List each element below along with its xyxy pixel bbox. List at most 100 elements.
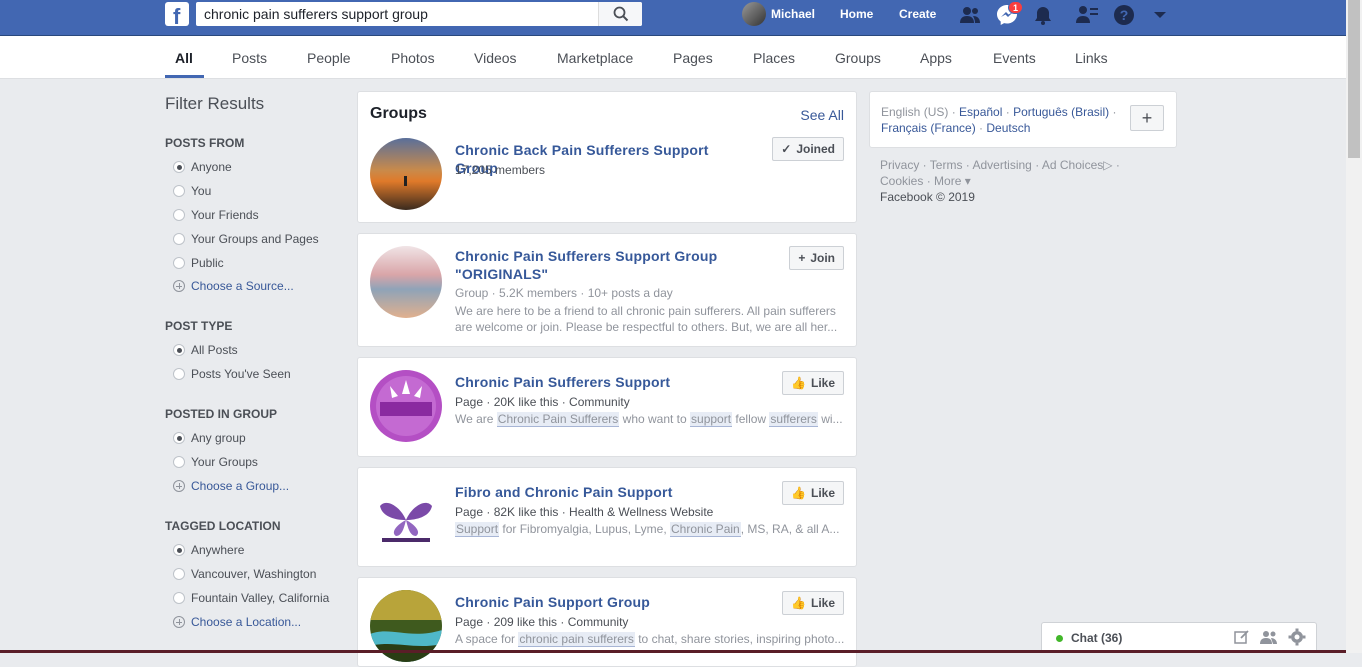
create-group-icon[interactable] (1260, 629, 1278, 648)
filter-option-public[interactable]: Public (173, 256, 224, 270)
option-label: Fountain Valley, California (191, 591, 330, 605)
thumbs-up-icon: 👍 (791, 596, 806, 610)
group-thumbnail[interactable] (370, 138, 442, 210)
filter-option-you[interactable]: You (173, 184, 211, 198)
tab-photos[interactable]: Photos (391, 50, 435, 66)
option-label: Your Groups (191, 455, 258, 469)
like-button[interactable]: 👍 Like (782, 481, 844, 505)
messenger-icon[interactable]: 1 (994, 1, 1023, 28)
notifications-bell-icon[interactable] (1030, 2, 1056, 28)
filter-heading-tagged-location: TAGGED LOCATION (165, 519, 281, 533)
scrollbar-thumb[interactable] (1348, 0, 1360, 158)
tab-videos[interactable]: Videos (474, 50, 517, 66)
friend-requests-icon[interactable] (957, 2, 983, 28)
help-question-icon[interactable]: ? (1111, 2, 1137, 28)
tab-events[interactable]: Events (993, 50, 1036, 66)
page-scrollbar[interactable] (1346, 0, 1362, 653)
footer-link[interactable]: Advertising (972, 158, 1031, 172)
account-menu-caret-icon[interactable] (1147, 2, 1173, 28)
group-thumbnail[interactable] (370, 246, 442, 318)
radio-selected[interactable] (173, 344, 185, 356)
filter-option-vancouver[interactable]: Vancouver, Washington (173, 567, 316, 581)
new-message-icon[interactable] (1234, 629, 1250, 648)
tab-marketplace[interactable]: Marketplace (557, 50, 633, 66)
result-meta: Page · 82K like this · Health & Wellness… (455, 505, 714, 519)
radio[interactable] (173, 592, 185, 604)
active-tab-indicator (165, 75, 204, 78)
option-label: All Posts (191, 343, 238, 357)
radio-selected[interactable] (173, 544, 185, 556)
filter-option-any-group[interactable]: Any group (173, 431, 246, 445)
choose-group-link[interactable]: Choose a Group... (173, 479, 289, 493)
page-thumbnail[interactable] (370, 370, 442, 442)
home-link[interactable]: Home (840, 0, 873, 28)
tab-posts[interactable]: Posts (232, 50, 267, 66)
search-button[interactable] (598, 2, 642, 26)
like-button[interactable]: 👍 Like (782, 371, 844, 395)
option-label: Vancouver, Washington (191, 567, 317, 581)
chat-bar[interactable]: Chat (36) (1041, 622, 1317, 653)
tab-people[interactable]: People (307, 50, 351, 66)
option-label: You (191, 184, 212, 198)
facebook-logo-icon[interactable]: f (165, 2, 189, 29)
quick-help-people-icon[interactable] (1074, 2, 1100, 28)
joined-button[interactable]: ✓ Joined (772, 137, 844, 161)
tab-links[interactable]: Links (1075, 50, 1108, 66)
radio[interactable] (173, 233, 185, 245)
profile-link[interactable]: Michael (742, 0, 815, 28)
search-input[interactable]: chronic pain sufferers support group (196, 2, 598, 26)
footer-link[interactable]: Privacy (880, 158, 919, 172)
search-bar[interactable]: chronic pain sufferers support group (196, 2, 642, 26)
result-title[interactable]: Chronic Pain Sufferers Support (455, 373, 755, 391)
tab-places[interactable]: Places (753, 50, 795, 66)
chat-settings-gear-icon[interactable] (1288, 628, 1306, 649)
filter-option-posts-seen[interactable]: Posts You've Seen (173, 367, 291, 381)
filter-option-anywhere[interactable]: Anywhere (173, 543, 244, 557)
section-heading: Groups (370, 105, 427, 122)
footer-link[interactable]: Cookies (880, 174, 923, 188)
tab-groups[interactable]: Groups (835, 50, 881, 66)
option-label: Public (191, 256, 224, 270)
radio[interactable] (173, 257, 185, 269)
page-thumbnail[interactable] (370, 480, 442, 552)
footer-link[interactable]: Terms (930, 158, 963, 172)
tab-apps[interactable]: Apps (920, 50, 952, 66)
language-link[interactable]: Deutsch (986, 121, 1030, 135)
desc-text: for Fibromyalgia, Lupus, Lyme, (499, 522, 670, 536)
tab-pages[interactable]: Pages (673, 50, 713, 66)
radio[interactable] (173, 185, 185, 197)
add-language-button[interactable]: + (1130, 105, 1164, 131)
radio[interactable] (173, 568, 185, 580)
create-link[interactable]: Create (899, 0, 936, 28)
join-button[interactable]: + Join (789, 246, 844, 270)
choose-source-link[interactable]: Choose a Source... (173, 279, 294, 293)
choose-location-link[interactable]: Choose a Location... (173, 615, 301, 629)
result-title[interactable]: Fibro and Chronic Pain Support (455, 483, 755, 501)
result-meta: Page · 209 like this · Community (455, 615, 629, 629)
radio[interactable] (173, 368, 185, 380)
option-label: Your Friends (191, 208, 259, 222)
filter-option-your-groups[interactable]: Your Groups (173, 455, 258, 469)
add-circle-icon (173, 280, 185, 292)
result-title[interactable]: Chronic Pain Sufferers Support Group "OR… (455, 247, 755, 283)
footer-link[interactable]: Ad Choices (1042, 158, 1103, 172)
like-button[interactable]: 👍 Like (782, 591, 844, 615)
radio-selected[interactable] (173, 161, 185, 173)
option-label: Anywhere (191, 543, 245, 557)
radio[interactable] (173, 456, 185, 468)
language-link[interactable]: Español (959, 105, 1002, 119)
filter-option-anyone[interactable]: Anyone (173, 160, 232, 174)
result-title[interactable]: Chronic Pain Support Group (455, 593, 755, 611)
see-all-link[interactable]: See All (800, 107, 844, 123)
radio[interactable] (173, 209, 185, 221)
language-link[interactable]: Français (France) (881, 121, 976, 135)
footer-link[interactable]: More (934, 174, 961, 188)
filter-option-your-friends[interactable]: Your Friends (173, 208, 259, 222)
filter-option-your-groups-and-pages[interactable]: Your Groups and Pages (173, 232, 319, 246)
language-link[interactable]: Português (Brasil) (1013, 105, 1109, 119)
tab-all[interactable]: All (175, 50, 193, 66)
radio-selected[interactable] (173, 432, 185, 444)
language-current: English (US) (881, 105, 949, 119)
filter-option-all-posts[interactable]: All Posts (173, 343, 238, 357)
filter-option-fountain-valley[interactable]: Fountain Valley, California (173, 591, 329, 605)
